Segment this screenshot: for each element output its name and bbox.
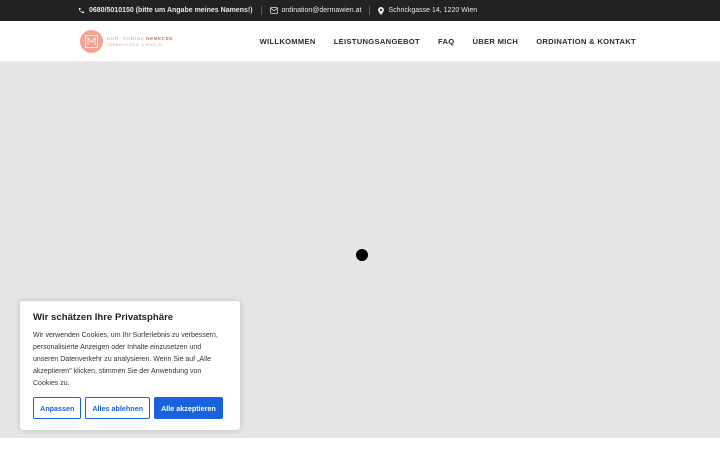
top-contact-bar: 0680/5010150 (bitte um Angabe meines Nam… (0, 0, 720, 21)
cookie-consent-banner: Wir schätzen Ihre Privatsphäre Wir verwe… (20, 301, 240, 430)
topbar-divider (260, 6, 262, 15)
topbar-email[interactable]: ordination@dermawien.at (269, 7, 362, 14)
main-nav: WILLKOMMEN LEISTUNGSANGEBOT FAQ ÜBER MIC… (260, 21, 636, 62)
cookie-buttons: Anpassen Alles ablehnen Alle akzeptieren (33, 397, 223, 419)
logo-name-highlight: NEMECEK (146, 36, 174, 41)
nav-item-faq[interactable]: FAQ (438, 37, 455, 46)
nav-item-ordination-kontakt[interactable]: ORDINATION & KONTAKT (536, 37, 636, 46)
cookie-text: Wir verwenden Cookies, um Ihr Surferlebn… (33, 332, 218, 387)
accept-all-button[interactable]: Alle akzeptieren (154, 397, 223, 419)
loading-spinner (356, 249, 368, 261)
site-header: DDR. ROMINA NEMECEK DERMATOLOGIE & WIEN … (0, 21, 720, 62)
topbar-address[interactable]: Schrickgasse 14, 1220 Wien (378, 6, 478, 15)
address-text: Schrickgasse 14, 1220 Wien (388, 7, 478, 14)
phone-text: 0680/5010150 (bitte um Angabe meines Nam… (89, 7, 253, 14)
logo-monogram-icon (80, 30, 103, 53)
reject-all-button[interactable]: Alles ablehnen (85, 397, 151, 419)
nav-item-willkommen[interactable]: WILLKOMMEN (260, 37, 316, 46)
topbar-phone[interactable]: 0680/5010150 (bitte um Angabe meines Nam… (78, 7, 253, 14)
map-pin-icon (378, 6, 385, 15)
envelope-icon (269, 7, 278, 14)
customize-button[interactable]: Anpassen (33, 397, 82, 419)
logo-subtitle: DERMATOLOGIE & WIEN 22 (107, 43, 163, 47)
cookie-title: Wir schätzen Ihre Privatsphäre (33, 312, 174, 323)
site-logo[interactable]: DDR. ROMINA NEMECEK DERMATOLOGIE & WIEN … (80, 30, 173, 53)
logo-name-prefix: DDR. ROMINA (107, 36, 147, 41)
nav-item-leistungsangebot[interactable]: LEISTUNGSANGEBOT (334, 37, 420, 46)
logo-name: DDR. ROMINA NEMECEK (107, 36, 173, 41)
email-text: ordination@dermawien.at (281, 7, 362, 14)
topbar-divider (369, 6, 371, 15)
phone-icon (78, 7, 85, 14)
nav-item-ueber-mich[interactable]: ÜBER MICH (472, 37, 518, 46)
logo-wordmark: DDR. ROMINA NEMECEK DERMATOLOGIE & WIEN … (107, 36, 173, 47)
